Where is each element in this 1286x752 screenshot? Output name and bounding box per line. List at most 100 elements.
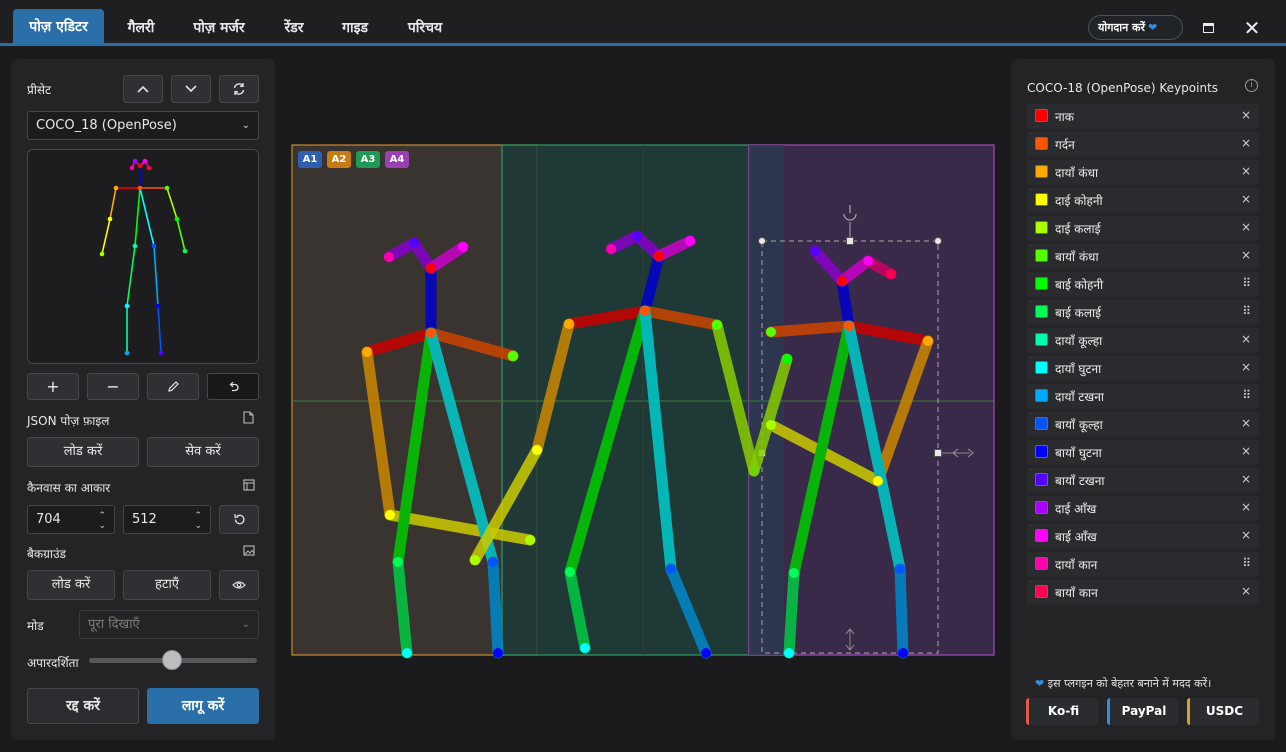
keypoint-row[interactable]: दाई कोहनी × [1027,188,1259,213]
keypoint-color-swatch[interactable] [1035,193,1048,206]
stepper-icon[interactable]: ⌃ ⌄ [98,511,106,531]
tab-guide[interactable]: गाइड [332,10,378,46]
keypoint-row[interactable]: दायाँ कूल्हा × [1027,328,1259,353]
keypoint-color-swatch[interactable] [1035,585,1048,598]
keypoint-row[interactable]: गर्दन × [1027,132,1259,157]
background-load-button[interactable]: लोड करें [27,570,115,600]
selection-edge-handle[interactable] [846,237,854,245]
keypoint-color-swatch[interactable] [1035,221,1048,234]
person-badge-a3[interactable]: A3 [356,151,380,168]
kofi-button[interactable]: Ko-fi [1026,698,1098,725]
preset-select[interactable]: COCO_18 (OpenPose) ⌄ [27,111,259,140]
keypoint-action-icon[interactable]: × [1241,444,1251,458]
keypoint-color-swatch[interactable] [1035,473,1048,486]
keypoint-color-swatch[interactable] [1035,389,1048,402]
canvas-width-input[interactable]: 704 ⌃ ⌄ [27,505,115,534]
person-badge-a1[interactable]: A1 [298,151,322,168]
keypoint-color-swatch[interactable] [1035,445,1048,458]
usdc-button[interactable]: USDC [1187,698,1259,725]
stepper-icon[interactable]: ⌃ ⌄ [194,511,202,531]
tab-render[interactable]: रेंडर [272,10,316,46]
maximize-button[interactable] [1194,14,1222,42]
keypoint-action-icon[interactable]: × [1241,360,1251,374]
keypoint-row[interactable]: दायाँ कंधा × [1027,160,1259,185]
apply-button[interactable]: लागू करें [147,688,259,724]
keypoint-color-swatch[interactable] [1035,249,1048,262]
selection-corner-handle[interactable] [934,237,942,245]
tab-gallery[interactable]: गैलरी [116,10,166,46]
keypoint-action-icon[interactable]: × [1241,164,1251,178]
keypoint-color-swatch[interactable] [1035,529,1048,542]
keypoint-color-swatch[interactable] [1035,137,1048,150]
opacity-slider-handle[interactable] [162,650,182,670]
keypoint-row[interactable]: बायाँ कूल्हा × [1027,412,1259,437]
keypoint-action-icon[interactable]: × [1241,108,1251,122]
keypoint-action-icon[interactable]: × [1241,584,1251,598]
keypoint-color-swatch[interactable] [1035,165,1048,178]
person-badge-a2[interactable]: A2 [327,151,351,168]
keypoint-action-icon[interactable]: ⠿ [1242,304,1251,318]
keypoint-color-swatch[interactable] [1035,361,1048,374]
keypoint-color-swatch[interactable] [1035,501,1048,514]
keypoint-color-swatch[interactable] [1035,333,1048,346]
tab-pose-editor[interactable]: पोज़ एडिटर [13,9,104,45]
keypoint-row[interactable]: बाई कोहनी ⠿ [1027,272,1259,297]
json-save-button[interactable]: सेव करें [147,437,259,467]
edit-button[interactable] [147,373,199,400]
keypoint-action-icon[interactable]: × [1241,136,1251,150]
cancel-button[interactable]: रद्द करें [27,688,139,724]
paypal-button[interactable]: PayPal [1107,698,1178,725]
selection-edge-handle[interactable] [934,449,942,457]
keypoint-action-icon[interactable]: ⠿ [1242,276,1251,290]
donate-button[interactable]: योगदान करें ❤ [1088,15,1183,40]
close-button[interactable]: ✕ [1238,14,1266,42]
keypoint-action-icon[interactable]: × [1241,416,1251,430]
keypoint-row[interactable]: बायाँ टखना × [1027,468,1259,493]
keypoint-action-icon[interactable]: ⠿ [1242,556,1251,570]
undo-button[interactable] [207,373,259,400]
tab-about[interactable]: परिचय [396,10,454,46]
person-badge-a4[interactable]: A4 [385,151,409,168]
keypoint-action-icon[interactable]: × [1241,332,1251,346]
preset-refresh-button[interactable] [219,75,259,103]
keypoint-row[interactable]: बायाँ कान × [1027,580,1259,605]
keypoint-color-swatch[interactable] [1035,417,1048,430]
keypoint-action-icon[interactable]: ⠿ [1242,388,1251,402]
keypoint-name: बाई आँख [1055,530,1097,544]
reset-size-button[interactable] [219,505,259,534]
keypoint-color-swatch[interactable] [1035,305,1048,318]
keypoint-row[interactable]: दाई कलाई × [1027,216,1259,241]
person-box-a2[interactable] [291,144,538,656]
keypoint-row[interactable]: नाक × [1027,104,1259,129]
keypoint-color-swatch[interactable] [1035,277,1048,290]
keypoint-row[interactable]: बाई कलाई ⠿ [1027,300,1259,325]
keypoint-color-swatch[interactable] [1035,557,1048,570]
tab-pose-merger[interactable]: पोज़ मर्जर [182,10,256,46]
keypoint-row[interactable]: बायाँ घुटना × [1027,440,1259,465]
keypoint-row[interactable]: बाई आँख × [1027,524,1259,549]
keypoint-action-icon[interactable]: × [1241,192,1251,206]
canvas-height-input[interactable]: 512 ⌃ ⌄ [123,505,211,534]
keypoint-row[interactable]: बायाँ कंधा × [1027,244,1259,269]
mode-select[interactable]: पूरा दिखाएँ ⌄ [79,610,259,639]
person-box-a4[interactable] [748,144,995,656]
selection-corner-handle[interactable] [758,237,766,245]
add-button[interactable]: + [27,373,79,400]
preset-down-button[interactable] [171,75,211,103]
keypoint-action-icon[interactable]: × [1241,248,1251,262]
keypoint-row[interactable]: दायाँ टखना ⠿ [1027,384,1259,409]
keypoint-row[interactable]: दाई आँख × [1027,496,1259,521]
keypoint-action-icon[interactable]: × [1241,500,1251,514]
keypoint-action-icon[interactable]: × [1241,472,1251,486]
remove-button[interactable]: − [87,373,139,400]
keypoint-action-icon[interactable]: × [1241,528,1251,542]
keypoint-row[interactable]: दायाँ कान ⠿ [1027,552,1259,577]
background-remove-button[interactable]: हटाएँ [123,570,211,600]
info-icon[interactable]: i [1245,79,1258,92]
background-visibility-button[interactable] [219,570,259,600]
preset-up-button[interactable] [123,75,163,103]
json-load-button[interactable]: लोड करें [27,437,139,467]
keypoint-color-swatch[interactable] [1035,109,1048,122]
keypoint-row[interactable]: दायाँ घुटना × [1027,356,1259,381]
keypoint-action-icon[interactable]: × [1241,220,1251,234]
